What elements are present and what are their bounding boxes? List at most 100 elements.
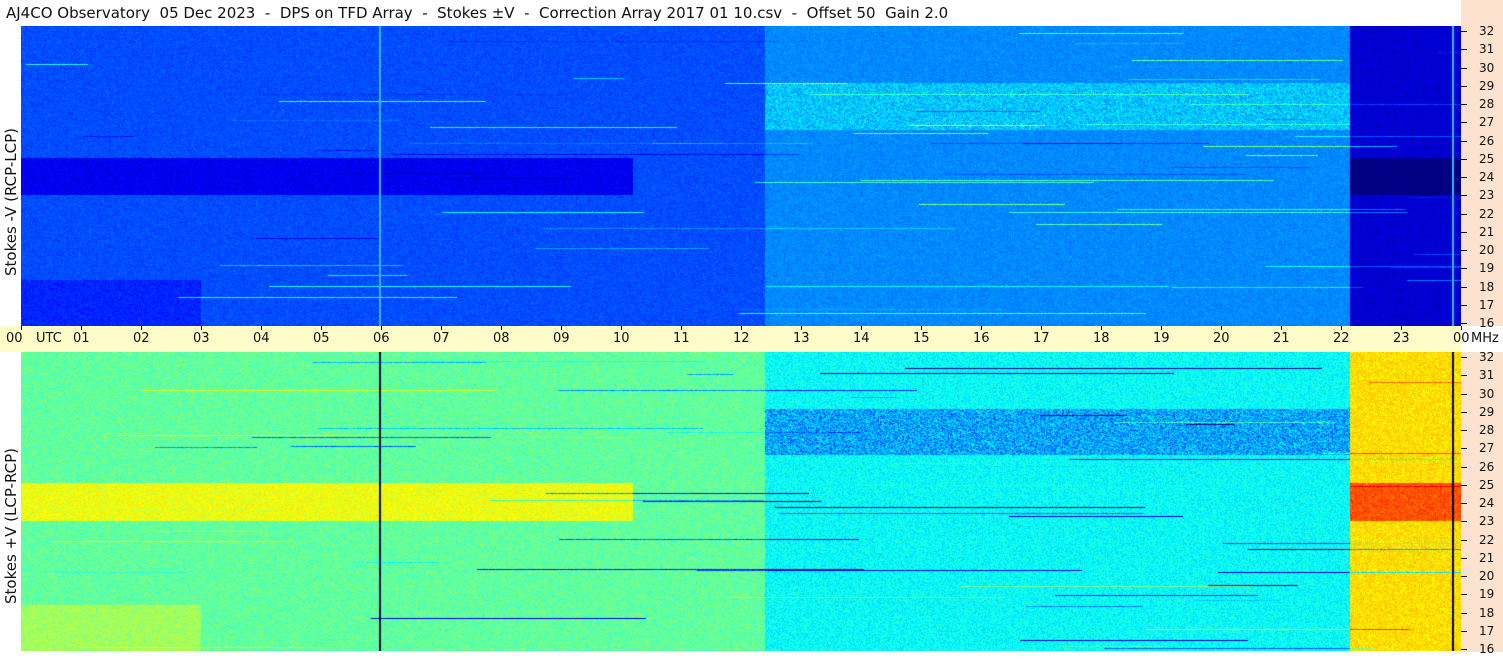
time-tick-label: 04 — [253, 331, 270, 346]
time-tick — [501, 326, 502, 330]
time-tick-label: 18 — [1093, 331, 1110, 346]
freq-tick-label: 23 — [1479, 188, 1495, 203]
top-frequency-axis: 32 31 30 29 28 27 26 25 24 23 22 21 20 19 18 17 16 — [1461, 24, 1503, 330]
time-tick-label: 05 — [313, 331, 330, 346]
time-tick — [1341, 326, 1342, 330]
freq-tick-label: 20 — [1479, 569, 1495, 583]
freq-tick — [1461, 612, 1467, 614]
chart-title: AJ4CO Observatory 05 Dec 2023 - DPS on T… — [6, 4, 949, 22]
time-tick — [1221, 326, 1222, 330]
freq-tick-label: 32 — [1479, 24, 1495, 38]
time-tick — [561, 326, 562, 330]
freq-axis-corner — [1461, 0, 1503, 26]
time-tick — [1401, 326, 1402, 330]
freq-tick-label: 25 — [1479, 151, 1495, 166]
time-tick — [1461, 326, 1462, 330]
time-tick — [1281, 326, 1282, 330]
time-tick — [21, 326, 22, 330]
time-tick — [981, 326, 982, 330]
freq-tick — [1461, 649, 1467, 650]
freq-tick-label: 19 — [1479, 261, 1495, 276]
time-tick-label: 13 — [793, 331, 810, 346]
freq-tick — [1461, 231, 1467, 233]
freq-tick — [1461, 195, 1467, 197]
freq-tick-label: 30 — [1479, 386, 1495, 401]
time-tick-label: 20 — [1213, 331, 1230, 346]
time-tick — [201, 326, 202, 330]
freq-tick-label: 28 — [1479, 97, 1495, 111]
time-tick — [141, 326, 142, 330]
time-tick — [321, 326, 322, 330]
freq-tick — [1461, 177, 1467, 178]
freq-tick — [1461, 630, 1467, 632]
time-tick — [741, 326, 742, 330]
freq-tick — [1461, 85, 1467, 87]
time-tick-label: 11 — [673, 331, 690, 346]
time-tick-label: 00 — [6, 331, 23, 346]
freq-tick — [1461, 304, 1467, 306]
freq-tick-label: 22 — [1479, 532, 1495, 547]
time-tick-label: 22 — [1333, 331, 1350, 346]
freq-tick — [1461, 140, 1467, 142]
time-tick — [381, 326, 382, 330]
time-tick — [441, 326, 442, 330]
freq-tick-label: 29 — [1479, 404, 1495, 419]
freq-tick — [1461, 357, 1467, 358]
bottom-panel-label: Stokes +V (LCP-RCP) — [2, 448, 20, 604]
time-tick-label: 00 — [1453, 331, 1470, 346]
top-panel-label: Stokes -V (RCP-LCP) — [2, 128, 20, 276]
freq-tick — [1461, 594, 1467, 596]
freq-tick — [1461, 557, 1467, 559]
time-tick-label: 17 — [1033, 331, 1050, 346]
freq-tick-label: 21 — [1479, 550, 1495, 565]
freq-tick-label: 21 — [1479, 224, 1495, 239]
freq-tick — [1461, 411, 1467, 413]
time-tick-label: 14 — [853, 331, 870, 346]
freq-tick — [1461, 375, 1467, 377]
freq-tick-label: 17 — [1479, 623, 1495, 638]
time-tick — [81, 326, 82, 330]
time-tick-label: 10 — [613, 331, 630, 346]
freq-tick-label: 20 — [1479, 243, 1495, 257]
time-tick-label: 08 — [493, 331, 510, 346]
bottom-frequency-axis: 32 31 30 29 28 27 26 25 24 23 22 21 20 19 18 17 16 — [1461, 351, 1503, 655]
time-tick-label: 01 — [73, 331, 90, 346]
time-tick-label: 19 — [1153, 331, 1170, 346]
freq-tick-label: 16 — [1479, 316, 1495, 330]
time-tick-label: 06 — [373, 331, 390, 346]
freq-tick — [1461, 521, 1467, 523]
time-tick — [681, 326, 682, 330]
freq-tick — [1461, 122, 1467, 124]
freq-tick-label: 19 — [1479, 587, 1495, 602]
freq-tick — [1461, 286, 1467, 288]
freq-tick-label: 18 — [1479, 279, 1495, 294]
freq-tick — [1461, 104, 1467, 105]
freq-tick-label: 25 — [1479, 477, 1495, 492]
time-axis: UTC 00 01 02 03 04 05 06 07 08 09 10 11 12 13 14 15 16 17… — [0, 326, 1470, 352]
freq-tick-label: 24 — [1479, 496, 1495, 510]
freq-tick-label: 26 — [1479, 133, 1495, 148]
time-tick-label: 21 — [1273, 331, 1290, 346]
freq-tick-label: 17 — [1479, 297, 1495, 312]
freq-tick-label: 22 — [1479, 206, 1495, 221]
freq-tick-label: 18 — [1479, 605, 1495, 620]
time-tick — [621, 326, 622, 330]
freq-tick-label: 28 — [1479, 423, 1495, 437]
freq-tick — [1461, 158, 1467, 160]
freq-tick-label: 23 — [1479, 514, 1495, 529]
time-tick-label: 07 — [433, 331, 450, 346]
freq-tick-label: 27 — [1479, 115, 1495, 130]
freq-tick — [1461, 393, 1467, 395]
top-spectrogram — [21, 26, 1461, 326]
freq-tick — [1461, 49, 1467, 51]
freq-tick — [1461, 503, 1467, 504]
freq-tick-label: 29 — [1479, 78, 1495, 93]
time-tick — [1161, 326, 1162, 330]
freq-tick — [1461, 31, 1467, 32]
time-tick-label: 12 — [733, 331, 750, 346]
time-tick — [861, 326, 862, 330]
freq-tick — [1461, 448, 1467, 450]
freq-tick — [1461, 576, 1467, 577]
freq-tick-label: 31 — [1479, 368, 1495, 383]
time-tick-label: 03 — [193, 331, 210, 346]
